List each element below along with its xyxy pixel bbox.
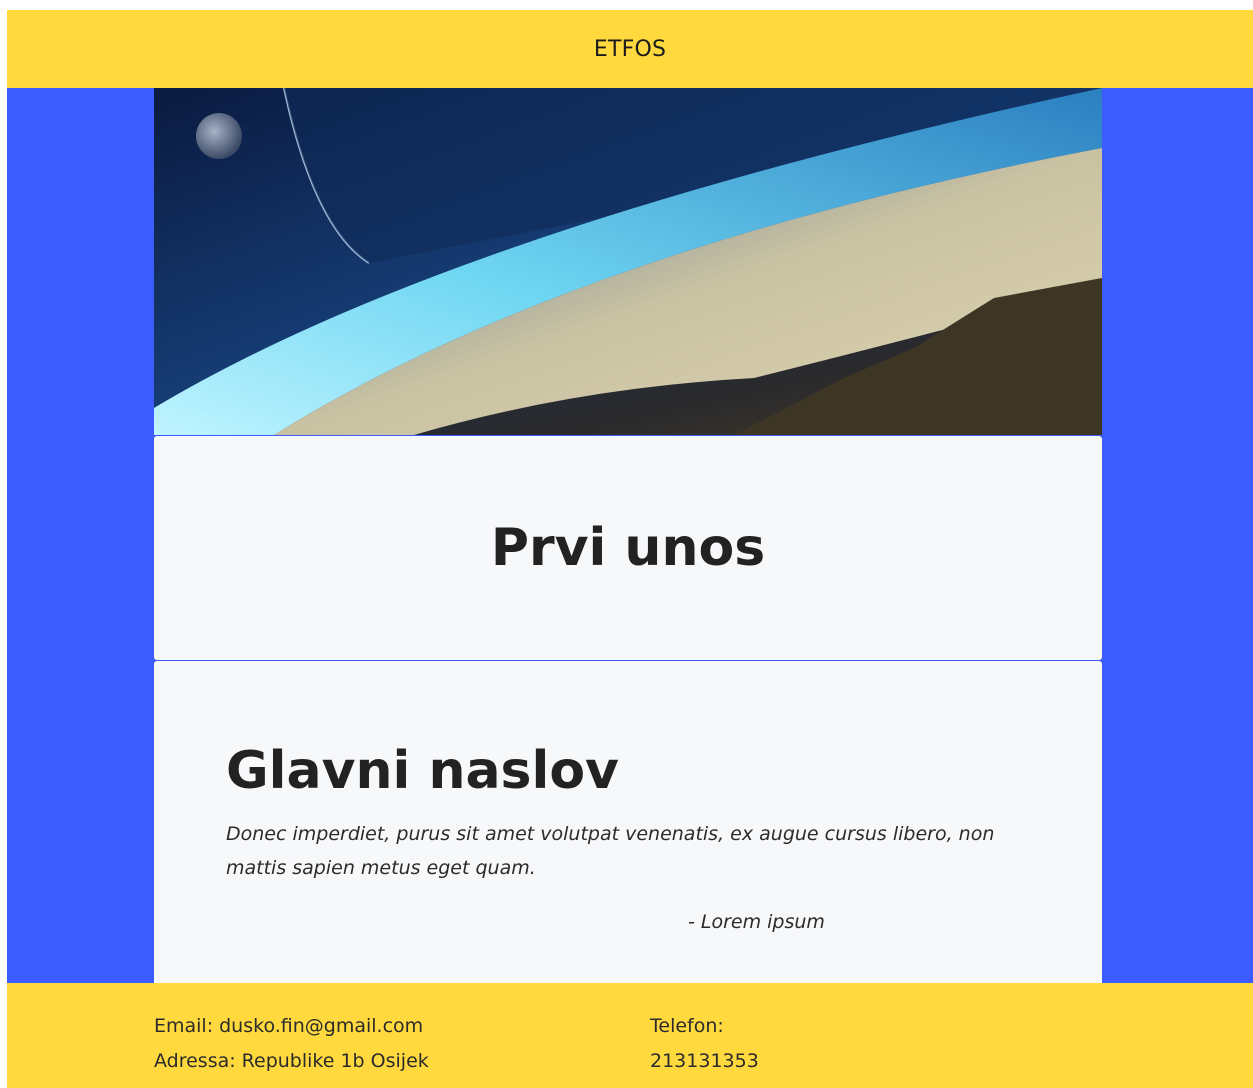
hero-image bbox=[154, 88, 1102, 435]
quote-text: Donec imperdiet, purus sit amet volutpat… bbox=[226, 823, 995, 879]
main-card: Glavni naslov Donec imperdiet, purus sit… bbox=[154, 661, 1102, 993]
navbar-brand-link[interactable]: ETFOS bbox=[594, 37, 666, 62]
page-title: Prvi unos bbox=[490, 518, 766, 578]
quote-author: - Lorem ipsum bbox=[688, 911, 825, 933]
footer-contact-column: Email: dusko.fin@gmail.com Adressa: Repu… bbox=[154, 1009, 429, 1079]
email-label: Email: bbox=[154, 1015, 214, 1037]
footer-email-line: Email: dusko.fin@gmail.com bbox=[154, 1009, 429, 1044]
main-heading: Glavni naslov bbox=[226, 741, 619, 801]
footer: Email: dusko.fin@gmail.com Adressa: Repu… bbox=[7, 983, 1253, 1088]
footer-phone-column: Telefon: 213131353 bbox=[650, 1009, 759, 1079]
phone-value: 213131353 bbox=[650, 1050, 759, 1072]
address-label: Adressa: bbox=[154, 1050, 236, 1072]
email-value: dusko.fin@gmail.com bbox=[219, 1015, 424, 1037]
footer-address-line: Adressa: Republike 1b Osijek bbox=[154, 1044, 429, 1079]
address-value: Republike 1b Osijek bbox=[241, 1050, 429, 1072]
page-frame: ETFOS Prvi unos Glavni naslov Donec impe… bbox=[7, 10, 1253, 1088]
phone-label: Telefon: bbox=[650, 1015, 724, 1037]
navbar: ETFOS bbox=[7, 10, 1253, 88]
title-card: Prvi unos bbox=[154, 436, 1102, 660]
